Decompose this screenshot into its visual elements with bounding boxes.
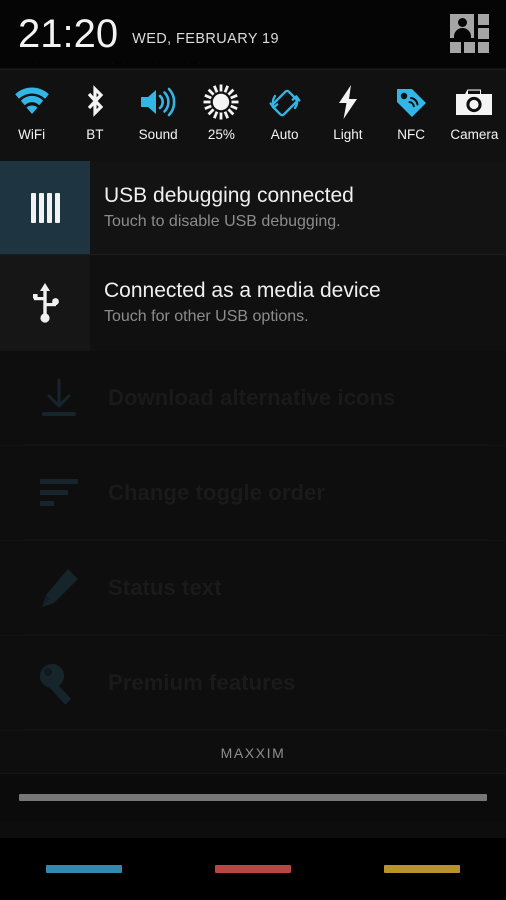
brightness-icon [198,80,244,124]
toggle-bluetooth[interactable]: BT [63,80,126,161]
app-row-label: Premium features [108,670,296,695]
recents-glyph [383,865,460,873]
toggle-label: WiFi [18,127,46,142]
home-button[interactable] [169,838,338,900]
clock: 21:20 [18,12,119,56]
android-notification-shade: 21:20 WED, FEBRUARY 19 · · · · · · · · ·… [0,0,506,900]
camera-icon [451,80,497,124]
back-glyph [46,865,123,873]
dimmed-app-content: Download alternative icons Change toggle… [0,351,506,773]
download-icon [20,372,98,424]
notification-subtitle: Touch to disable USB debugging. [104,212,341,230]
home-glyph [215,865,291,873]
handle-bar[interactable] [19,794,487,801]
list-order-icon [20,467,98,519]
notification-text: Connected as a media device Touch for ot… [90,255,506,351]
nfc-tag-icon [388,80,434,124]
shade-header: 21:20 WED, FEBRUARY 19 [0,0,506,68]
toggle-label: BT [86,127,104,142]
usb-icon [0,255,90,351]
toggle-label: Sound [138,127,178,142]
notification-subtitle: Touch for other USB options. [104,308,309,326]
app-row-premium-features[interactable]: Premium features [0,636,506,731]
notification-text: USB debugging connected Touch to disable… [90,161,506,254]
toggle-nfc[interactable]: NFC [380,80,443,161]
toggle-label: NFC [397,127,425,142]
app-row-label: Change toggle order [108,480,326,505]
key-icon [20,657,98,709]
quick-settings-row: WiFi BT Sound 25% Auto Light NFC Camera [0,70,506,161]
recents-button[interactable] [337,838,506,900]
user-grid-icon[interactable] [450,14,492,54]
volume-icon [135,80,181,124]
notification-usb-debugging[interactable]: USB debugging connected Touch to disable… [0,161,506,254]
toggle-camera[interactable]: Camera [443,80,506,161]
date-label: WED, FEBRUARY 19 [132,31,279,47]
header-divider: · · · · · · · · · · · · · · · · · · · [0,59,506,70]
app-row-label: Status text [108,575,222,600]
app-row-change-toggle-order[interactable]: Change toggle order [0,446,506,541]
notification-shade-handle[interactable] [0,773,506,821]
toggle-label: Auto [270,127,299,142]
toggle-brightness[interactable]: 25% [190,80,253,161]
usb-debug-icon [0,161,90,254]
toggle-sound[interactable]: Sound [127,80,190,161]
notification-media-device[interactable]: Connected as a media device Touch for ot… [0,254,506,351]
app-row-label: Download alternative icons [108,385,396,410]
toggle-label: Camera [450,127,499,142]
wifi-icon [9,80,55,124]
notification-title: Connected as a media device [104,279,381,303]
app-row-download-alternative-icons[interactable]: Download alternative icons [0,351,506,446]
app-row-status-text[interactable]: Status text [0,541,506,636]
ghost-text: · · · · · · · · · · · · · · · · · · · [24,59,226,68]
notification-title: USB debugging connected [104,183,354,207]
auto-rotate-icon [262,80,308,124]
bluetooth-icon [72,80,118,124]
navigation-bar [0,838,506,900]
toggle-flashlight[interactable]: Light [316,80,379,161]
toggle-label: Light [333,127,363,142]
app-brand-label: MAXXIM [0,731,506,773]
back-button[interactable] [0,838,169,900]
flashlight-icon [325,80,371,124]
toggle-label: 25% [207,127,235,142]
toggle-wifi[interactable]: WiFi [0,80,63,161]
toggle-auto-rotate[interactable]: Auto [253,80,316,161]
pencil-icon [20,562,98,614]
